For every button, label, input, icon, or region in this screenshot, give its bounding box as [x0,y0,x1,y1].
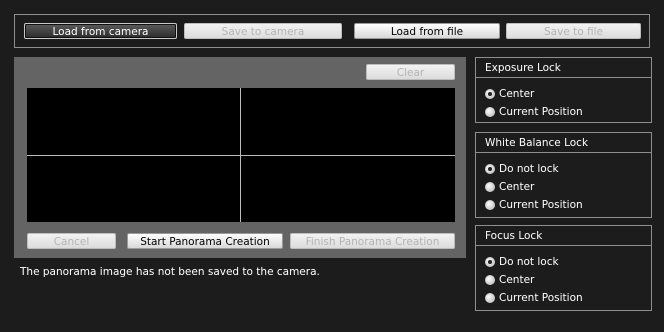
grid-horizontal-line [27,155,455,156]
white-balance-lock-option-do-not-lock[interactable]: Do not lock [485,162,559,176]
exposure-lock-option-center[interactable]: Center [485,87,534,101]
cancel-button[interactable]: Cancel [27,233,116,249]
option-label: Center [499,88,535,100]
white-balance-lock-option-current-position[interactable]: Current Position [485,198,583,212]
radio-unchecked-icon[interactable] [485,182,495,192]
save-to-camera-button[interactable]: Save to camera [184,23,342,39]
status-message: The panorama image has not been saved to… [20,266,320,278]
focus-lock-option-do-not-lock[interactable]: Do not lock [485,255,559,269]
radio-checked-icon[interactable] [485,164,495,174]
white-balance-lock-title: White Balance Lock [476,133,651,153]
radio-checked-icon[interactable] [485,257,495,267]
radio-unchecked-icon[interactable] [485,107,495,117]
option-label: Center [499,274,535,286]
start-panorama-creation-button[interactable]: Start Panorama Creation [127,233,283,249]
option-label: Do not lock [499,256,559,268]
save-to-file-button[interactable]: Save to file [506,23,641,39]
panorama-preview-area [27,88,455,222]
exposure-lock-group: Exposure Lock Center Current Position [475,57,652,123]
finish-panorama-creation-button[interactable]: Finish Panorama Creation [290,233,455,249]
load-from-file-button[interactable]: Load from file [354,23,500,39]
radio-unchecked-icon[interactable] [485,293,495,303]
focus-lock-option-current-position[interactable]: Current Position [485,291,583,305]
option-label: Center [499,181,535,193]
panorama-preview-panel: Clear Cancel Start Panorama Creation Fin… [14,57,466,258]
white-balance-lock-group: White Balance Lock Do not lock Center Cu… [475,132,652,218]
focus-lock-option-center[interactable]: Center [485,273,534,287]
option-label: Current Position [499,106,583,118]
radio-unchecked-icon[interactable] [485,275,495,285]
radio-unchecked-icon[interactable] [485,200,495,210]
focus-lock-group: Focus Lock Do not lock Center Current Po… [475,225,652,311]
load-from-camera-button[interactable]: Load from camera [24,23,177,39]
file-toolbar: Load from camera Save to camera Load fro… [14,14,650,48]
radio-checked-icon[interactable] [485,89,495,99]
exposure-lock-option-current-position[interactable]: Current Position [485,105,583,119]
clear-button[interactable]: Clear [366,64,455,80]
option-label: Do not lock [499,163,559,175]
white-balance-lock-option-center[interactable]: Center [485,180,534,194]
option-label: Current Position [499,292,583,304]
exposure-lock-title: Exposure Lock [476,58,651,78]
option-label: Current Position [499,199,583,211]
focus-lock-title: Focus Lock [476,226,651,246]
